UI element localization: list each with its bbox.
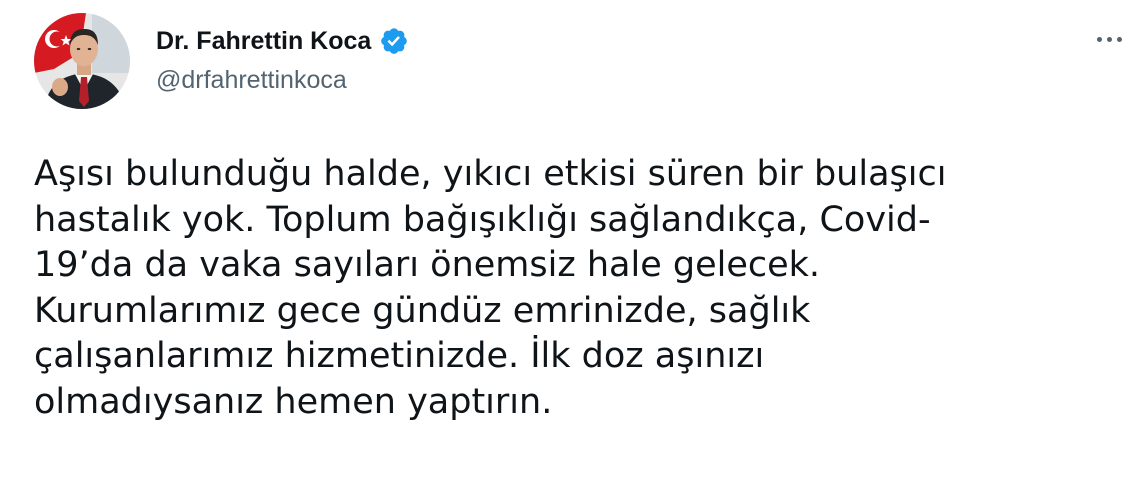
more-options-button[interactable] [1086,22,1132,56]
author-display-name[interactable]: Dr. Fahrettin Koca [156,27,371,56]
tweet-text-line: olmadıysanız hemen yaptırın. [34,381,553,422]
avatar[interactable] [34,13,130,109]
verified-badge-icon [381,28,408,54]
author-name-row: Dr. Fahrettin Koca [156,24,409,58]
profile-photo-avatar [34,13,130,109]
tweet-text-line: Aşısı bulunduğu halde, yıkıcı etkisi sür… [34,154,947,194]
more-options-icon-dot [1106,36,1112,42]
more-options-icon-dot [1116,36,1122,42]
tweet-text-line: çalışanlarımız hizmetinizde. İlk doz aşı… [34,336,765,377]
tweet-text: Aşısı bulunduğu halde, yıkıcı etkisi sür… [34,152,1124,426]
tweet-text-line: hastalık yok. Toplum bağışıklığı sağland… [34,199,931,240]
tweet: Dr. Fahrettin Koca @drfahrettinkoca Aşıs… [0,0,1146,495]
tweet-text-line: Kurumlarımız gece gündüz emrinizde, sağl… [34,290,811,331]
tweet-text-line: 19’da da vaka sayıları önemsiz hale gele… [34,245,821,286]
more-options-icon [1096,36,1102,42]
author-handle[interactable]: @drfahrettinkoca [156,66,347,95]
